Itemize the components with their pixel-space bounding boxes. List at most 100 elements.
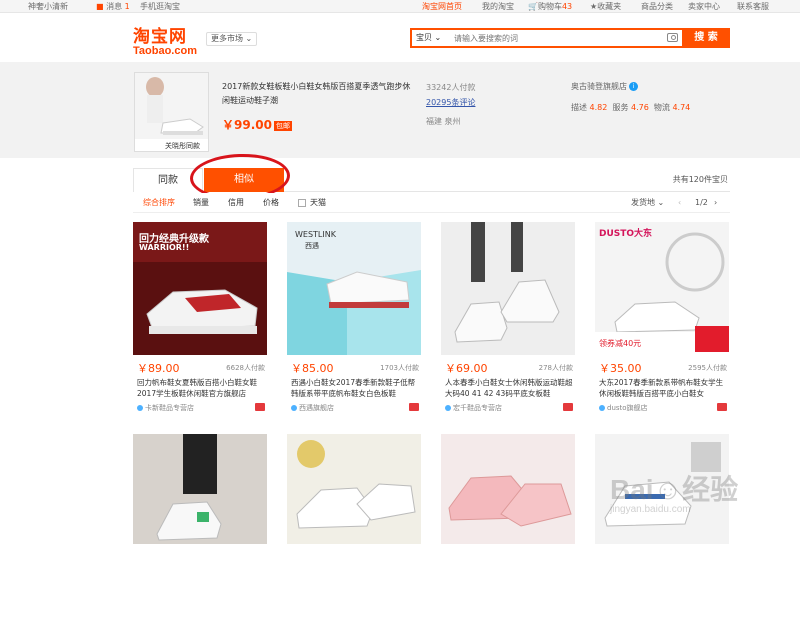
wangwang-chat-icon[interactable]: [409, 403, 419, 411]
ship-from-label: 发货地: [631, 198, 655, 207]
prev-page-icon[interactable]: ‹: [678, 193, 681, 213]
card-title[interactable]: 西遇小白鞋女2017春季新款鞋子低帮韩版系带平底帆布鞋女白色板鞋: [291, 377, 419, 399]
product-price-value: ￥99.00: [222, 118, 272, 132]
favorites-link[interactable]: ★收藏夹: [590, 1, 621, 12]
card-shop-name: 卡新鞋品专营店: [145, 404, 194, 412]
rating-service-label: 服务: [612, 103, 629, 112]
sort-comprehensive[interactable]: 综合排序: [143, 193, 175, 213]
result-tabs: 同款 相似 共有120件宝贝: [133, 168, 730, 192]
baidu-jingyan-watermark: Bai☺经验 jingyan.baidu.com: [610, 468, 738, 515]
shop-name[interactable]: 奥古骑登旗舰店 i: [571, 81, 638, 92]
reviews-link[interactable]: 20295条评论: [426, 97, 475, 108]
messages-count: 1: [124, 2, 130, 11]
messages-link[interactable]: ■ 消息 1: [96, 1, 130, 12]
search-input[interactable]: [454, 31, 654, 45]
sort-sales[interactable]: 销量: [193, 193, 209, 213]
contact-link[interactable]: 联系客服: [737, 1, 769, 12]
more-market-label: 更多市场: [211, 34, 243, 43]
rating-logistics-label: 物流: [653, 103, 670, 112]
free-shipping-badge: 包邮: [273, 120, 292, 131]
product-card[interactable]: [133, 434, 267, 630]
cart-link[interactable]: 🛒购物车43: [528, 1, 572, 12]
product-card[interactable]: WESTLINK 西遇 ￥85.00 1703人付款 西遇小白鞋女2017春季新…: [287, 222, 421, 418]
card-shop[interactable]: 卡新鞋品专营店: [137, 403, 194, 413]
top-utility-bar: 神奢小清新 ■ 消息 1 手机逛淘宝 淘宝网首页 我的淘宝 🛒购物车43 ★收藏…: [0, 0, 800, 13]
chevron-down-icon: ⌄: [657, 198, 665, 207]
mobile-taobao-link[interactable]: 手机逛淘宝: [140, 1, 180, 12]
watermark-main: Bai☺经验: [610, 474, 739, 505]
image-caption-sub: 西遇: [305, 242, 319, 250]
product-image[interactable]: [287, 434, 421, 544]
product-card[interactable]: [595, 434, 729, 630]
favorites-label: 收藏夹: [597, 2, 622, 11]
product-card[interactable]: 回力经典升级款 WARRIOR!! ￥89.00 6628人付款 回力帆布鞋女夏…: [133, 222, 267, 418]
ship-from-select[interactable]: 发货地 ⌄: [631, 193, 664, 213]
card-shop[interactable]: dusto旗舰店: [599, 403, 648, 413]
card-paid-count: 6628人付款: [226, 364, 265, 372]
rating-logistics-value: 4.74: [672, 103, 691, 112]
sneaker-photo: [441, 222, 575, 355]
messages-label: 消息: [106, 2, 123, 11]
product-image[interactable]: WESTLINK 西遇: [287, 222, 421, 355]
card-paid-count: 1703人付款: [380, 364, 419, 372]
search-bar: 宝贝 ⌄ 搜 索: [410, 28, 730, 48]
image-caption: DUSTO大东: [599, 229, 653, 239]
sneaker-photo: [133, 434, 267, 544]
camera-icon[interactable]: [667, 33, 678, 42]
taobao-logo[interactable]: 淘宝网 Taobao.com: [133, 22, 203, 57]
sort-credit[interactable]: 信用: [228, 193, 244, 213]
product-image[interactable]: [133, 434, 267, 544]
logo-english: Taobao.com: [133, 45, 197, 57]
product-location: 福建 泉州: [426, 117, 461, 126]
shop-icon: [137, 405, 143, 411]
product-card[interactable]: [441, 434, 575, 630]
product-card[interactable]: DUSTO大东 领券减40元 ￥35.00 2595人付款 大东2017春季新款…: [595, 222, 729, 418]
shop-icon: [291, 405, 297, 411]
seller-center-link[interactable]: 卖家中心: [688, 1, 720, 12]
next-page-icon[interactable]: ›: [714, 193, 717, 213]
card-shop[interactable]: 西遇旗舰店: [291, 403, 334, 413]
watermark-sub: jingyan.baidu.com: [610, 504, 691, 515]
wangwang-chat-icon[interactable]: [717, 403, 727, 411]
product-detail-panel: 关晓彤同款 2017新款女鞋板鞋小白鞋女韩版百搭夏季透气跑步休闲鞋运动鞋子潮 ￥…: [0, 62, 800, 158]
cart-icon: 🛒: [528, 2, 538, 11]
tab-similar[interactable]: 相似: [204, 168, 284, 192]
card-price: ￥89.00: [137, 362, 180, 375]
sneaker-photo: [287, 434, 421, 544]
card-shop-name: dusto旗舰店: [607, 404, 648, 412]
sneaker-photo: [595, 222, 729, 355]
card-title[interactable]: 大东2017春季新款系带帆布鞋女学生休闲板鞋韩版百搭平底小白鞋女: [599, 377, 727, 399]
my-taobao-link[interactable]: 我的淘宝: [482, 1, 514, 12]
product-image[interactable]: DUSTO大东 领券减40元: [595, 222, 729, 355]
product-card[interactable]: ￥69.00 278人付款 人本春季小白鞋女士休闲韩版运动鞋超大码40 41 4…: [441, 222, 575, 418]
wangwang-chat-icon[interactable]: [255, 403, 265, 411]
sort-price[interactable]: 价格: [263, 193, 279, 213]
card-title[interactable]: 人本春季小白鞋女士休闲韩版运动鞋超大码40 41 42 43码平底女板鞋: [445, 377, 573, 399]
tab-same[interactable]: 同款: [133, 168, 203, 192]
product-image[interactable]: [441, 434, 575, 544]
username-link[interactable]: 神奢小清新: [28, 1, 68, 12]
card-paid-count: 278人付款: [538, 364, 573, 372]
search-type-select[interactable]: 宝贝 ⌄: [416, 32, 441, 43]
shop-verified-icon: i: [629, 82, 638, 91]
wangwang-chat-icon[interactable]: [563, 403, 573, 411]
product-image[interactable]: 回力经典升级款 WARRIOR!!: [133, 222, 267, 355]
product-price: ￥99.00 包邮: [222, 116, 292, 133]
card-price: ￥85.00: [291, 362, 334, 375]
product-card[interactable]: [287, 434, 421, 630]
search-type-label: 宝贝: [416, 33, 432, 42]
more-market-dropdown[interactable]: 更多市场 ⌄: [206, 32, 258, 46]
page-indicator: 1/2: [695, 198, 708, 207]
taobao-home-link[interactable]: 淘宝网首页: [422, 1, 462, 12]
shop-icon: [445, 405, 451, 411]
product-thumbnail[interactable]: 关晓彤同款: [134, 72, 209, 152]
card-title[interactable]: 回力帆布鞋女夏韩版百搭小白鞋女鞋2017学生板鞋休闲鞋官方旗舰店: [137, 377, 265, 399]
site-header: 淘宝网 Taobao.com 更多市场 ⌄ 宝贝 ⌄ 搜 索: [0, 14, 800, 62]
card-price: ￥35.00: [599, 362, 642, 375]
card-shop[interactable]: 宏千鞋品专营店: [445, 403, 502, 413]
product-image[interactable]: [441, 222, 575, 355]
categories-link[interactable]: 商品分类: [641, 1, 673, 12]
search-button[interactable]: 搜 索: [682, 28, 730, 48]
product-title[interactable]: 2017新款女鞋板鞋小白鞋女韩版百搭夏季透气跑步休闲鞋运动鞋子潮: [222, 80, 412, 108]
tmall-checkbox[interactable]: [298, 199, 306, 207]
